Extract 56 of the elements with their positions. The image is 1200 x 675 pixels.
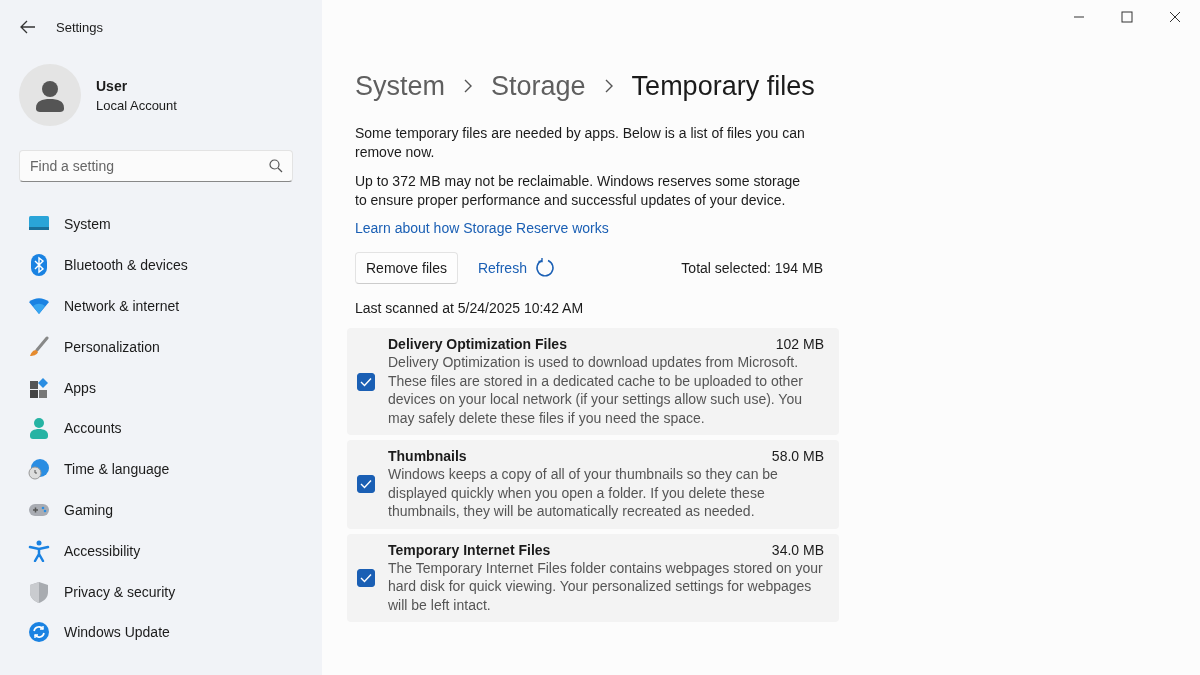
- sidebar-item[interactable]: System: [19, 204, 111, 245]
- remove-files-button[interactable]: Remove files: [355, 252, 458, 284]
- bluetooth-icon: [28, 254, 50, 277]
- sidebar-item[interactable]: Apps: [19, 367, 96, 408]
- refresh-link[interactable]: Refresh: [477, 258, 555, 278]
- file-category-name: Delivery Optimization Files: [388, 336, 567, 352]
- page-title: Temporary files: [631, 70, 815, 102]
- file-size: 58.0 MB: [771, 448, 824, 464]
- last-scanned-text: Last scanned at 5/24/2025 10:42 AM: [355, 300, 585, 316]
- shield-icon: [28, 580, 50, 603]
- search-field[interactable]: Find a setting: [19, 150, 293, 182]
- paintbrush-icon: [28, 335, 50, 358]
- total-selected-text: Total selected: 194 MB: [681, 260, 823, 276]
- person-icon: [28, 417, 50, 440]
- storage-reserve-link[interactable]: Learn about how Storage Reserve works: [355, 220, 609, 236]
- file-description: Delivery Optimization is used to download updates from Microsoft. These files are stored in a dedicated cache to be uploaded to other devices on your local network (if your settings allow such use). You may safely delete these files if you need the space.: [388, 353, 804, 427]
- checkbox[interactable]: [357, 475, 375, 494]
- description-text: Up to 372 MB may not be reclaimable. Windows reserves some storage to ensure proper performance and successful updates of your device.: [355, 172, 802, 210]
- file-category-name: Thumbnails: [388, 448, 467, 464]
- chevron-right-icon: [603, 79, 614, 93]
- avatar-silhouette-icon: [19, 64, 81, 126]
- back-arrow-icon[interactable]: [20, 20, 36, 34]
- breadcrumb-link[interactable]: Storage: [491, 70, 586, 102]
- file-size: 34.0 MB: [771, 541, 824, 558]
- file-description: The Temporary Internet Files folder contains webpages stored on your hard disk for quick viewing. Your personalized settings for webpages will be left intact.: [388, 558, 824, 614]
- checkbox[interactable]: [357, 372, 375, 391]
- file-description: Windows keeps a copy of all of your thumbnails so they can be displayed quickly when you open a folder. If you delete these thumbnails, they will be automatically recreated as needed.: [388, 465, 779, 521]
- sidebar-item[interactable]: Windows Update: [19, 611, 170, 653]
- search-icon: [269, 159, 283, 173]
- sidebar-item[interactable]: Time & language: [19, 448, 170, 490]
- accessibility-person-icon: [28, 539, 50, 562]
- refresh-circle-icon: [28, 621, 50, 644]
- description-text: Some temporary files are needed by apps. Below is a list of files you can remove now.: [355, 124, 806, 162]
- sidebar-item[interactable]: Network & internet: [19, 285, 180, 327]
- file-size: 102 MB: [775, 336, 824, 352]
- file-category-name: Temporary Internet Files: [388, 541, 551, 558]
- account-type: Local Account: [96, 97, 177, 113]
- sidebar-item[interactable]: Gaming: [19, 489, 114, 531]
- close-icon[interactable]: [1169, 11, 1181, 23]
- globe-clock-icon: [28, 458, 50, 481]
- sidebar-item[interactable]: Privacy & security: [19, 571, 176, 612]
- checkmark-icon: [360, 479, 372, 490]
- account-name: User: [96, 77, 129, 94]
- sidebar-item[interactable]: Accounts: [19, 408, 122, 449]
- sidebar-item[interactable]: Personalization: [19, 326, 160, 368]
- checkmark-icon: [360, 376, 372, 387]
- sidebar-item[interactable]: Accessibility: [19, 530, 141, 572]
- refresh-icon: [534, 258, 555, 278]
- sidebar-item[interactable]: Bluetooth & devices: [19, 244, 188, 286]
- maximize-icon[interactable]: [1121, 11, 1133, 23]
- chevron-right-icon: [463, 79, 474, 93]
- apps-icon: [28, 376, 50, 399]
- breadcrumb-link[interactable]: System: [355, 70, 446, 102]
- checkmark-icon: [360, 572, 372, 583]
- checkbox[interactable]: [357, 568, 375, 587]
- window-title: Settings: [56, 19, 103, 35]
